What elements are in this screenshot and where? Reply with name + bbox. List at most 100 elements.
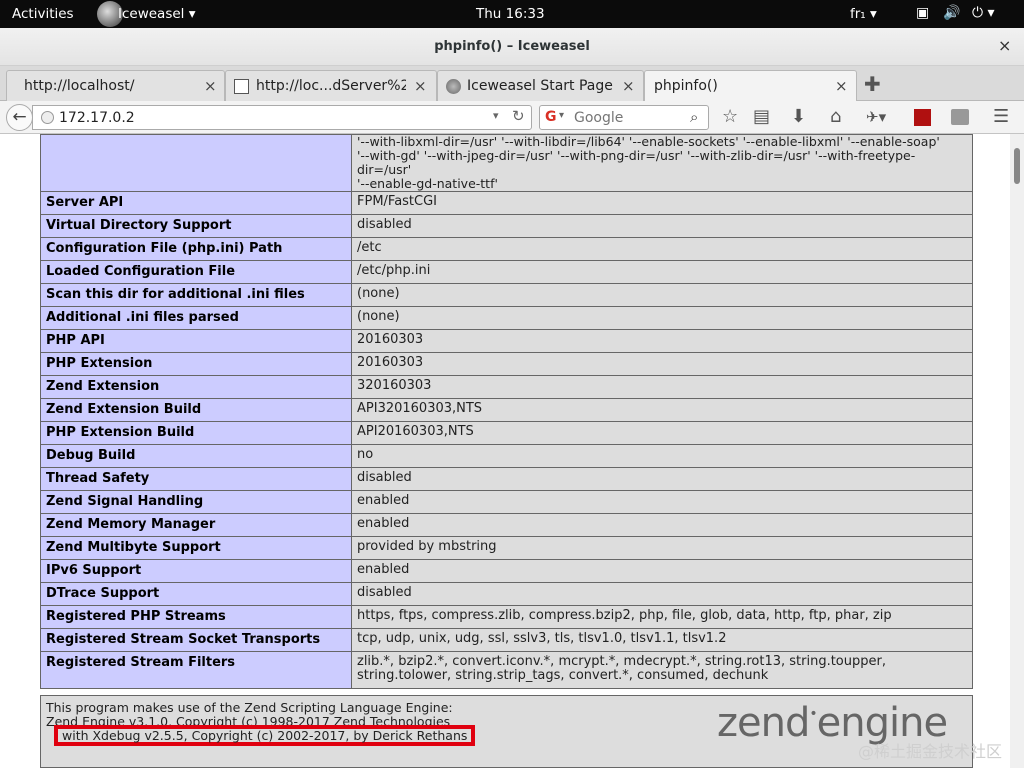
scrollbar-thumb[interactable] <box>1014 148 1020 184</box>
reload-icon[interactable]: ↻ <box>512 107 525 125</box>
tab-close-icon[interactable]: × <box>835 77 848 95</box>
config-value-cell: FPM/FastCGI <box>351 191 973 215</box>
config-key-cell: Zend Signal Handling <box>40 490 352 514</box>
navigation-toolbar: 172.17.0.2 ▾ ↻ ← G ▾ ⌕ ☆ ▤ ⬇ ⌂ ✈▾ ☰ <box>0 101 1024 134</box>
tab-label: http://loc...dServer%2F <box>256 78 406 94</box>
config-key-cell: DTrace Support <box>40 582 352 606</box>
tab-close-icon[interactable]: × <box>414 77 427 95</box>
config-key-cell: Loaded Configuration File <box>40 260 352 284</box>
config-value-cell: API320160303,NTS <box>351 398 973 422</box>
table-row: Scan this dir for additional .ini files(… <box>40 283 973 307</box>
search-icon[interactable]: ⌕ <box>690 108 698 126</box>
clock[interactable]: Thu 16:33 <box>476 6 545 22</box>
globe-icon <box>41 111 54 124</box>
phpinfo-table: '--with-libxml-dir=/usr' '--with-libdir=… <box>40 134 973 689</box>
window-icon[interactable]: ▣ <box>916 5 929 21</box>
addon-gray-icon[interactable] <box>951 109 969 125</box>
config-value-cell: /etc <box>351 237 973 261</box>
home-icon[interactable]: ⌂ <box>830 106 841 127</box>
table-row: Virtual Directory Support disabled <box>40 214 973 238</box>
tab-label: phpinfo() <box>654 78 718 94</box>
tab-phpinfo[interactable]: phpinfo() × <box>644 70 857 102</box>
config-key-cell: Zend Multibyte Support <box>40 536 352 560</box>
back-button[interactable]: ← <box>6 104 33 131</box>
bookmarks-list-icon[interactable]: ▤ <box>753 106 770 127</box>
table-row: Zend Extension Build API320160303,NTS <box>40 398 973 422</box>
input-method-menu[interactable]: fr₁ ▾ <box>850 6 877 22</box>
config-value-cell: disabled <box>351 467 973 491</box>
volume-icon[interactable]: 🔊 <box>943 5 960 21</box>
chevron-down-icon: ▾ <box>188 6 196 22</box>
config-value-cell: enabled <box>351 490 973 514</box>
input-method-label: fr₁ <box>850 6 866 22</box>
downloads-icon[interactable]: ⬇ <box>791 106 806 127</box>
config-value-cell: /etc/php.ini <box>351 260 973 284</box>
tab-close-icon[interactable]: × <box>622 77 635 95</box>
table-row: Loaded Configuration File/etc/php.ini <box>40 260 973 284</box>
table-row: Configuration File (php.ini) Path/etc <box>40 237 973 261</box>
config-value-cell: 320160303 <box>351 375 973 399</box>
table-row: Registered Stream Filters zlib.*, bzip2.*… <box>40 651 973 689</box>
config-key-cell: Virtual Directory Support <box>40 214 352 238</box>
google-icon: G <box>545 109 557 125</box>
page-content: '--with-libxml-dir=/usr' '--with-libdir=… <box>0 134 1010 768</box>
config-value-cell: (none) <box>351 306 973 330</box>
table-row: Debug Build no <box>40 444 973 468</box>
config-value-cell: API20160303,NTS <box>351 421 973 445</box>
config-key-cell: Zend Extension Build <box>40 398 352 422</box>
config-key-cell: Debug Build <box>40 444 352 468</box>
new-tab-icon[interactable]: ✚ <box>864 72 881 96</box>
power-icon[interactable]: ⏻ ▾ <box>972 5 995 21</box>
config-key-cell <box>40 134 352 192</box>
config-key-cell: Server API <box>40 191 352 215</box>
window-title: phpinfo() – Iceweasel <box>434 39 590 54</box>
bookmark-star-icon[interactable]: ☆ <box>722 106 738 127</box>
tab-label: Iceweasel Start Page <box>467 78 613 94</box>
url-bar[interactable]: 172.17.0.2 ▾ ↻ <box>32 105 532 130</box>
table-row: Zend Multibyte Support provided by mbstri… <box>40 536 973 560</box>
tab-close-icon[interactable]: × <box>204 77 217 95</box>
tab-localhost[interactable]: http://localhost/ × <box>6 70 225 101</box>
config-value-cell: provided by mbstring <box>351 536 973 560</box>
config-value-cell: https, ftps, compress.zlib, compress.bzi… <box>351 605 973 629</box>
hamburger-menu-icon[interactable]: ☰ <box>993 106 1009 127</box>
config-key-cell: Registered Stream Filters <box>40 651 352 689</box>
config-key-cell: Additional .ini files parsed <box>40 306 352 330</box>
extension-menu-icon[interactable]: ✈▾ <box>866 108 886 126</box>
config-value-cell: (none) <box>351 283 973 307</box>
search-input[interactable] <box>574 109 684 127</box>
tab-start-page[interactable]: Iceweasel Start Page × <box>437 70 644 101</box>
config-key-cell: Configuration File (php.ini) Path <box>40 237 352 261</box>
config-key-cell: Zend Memory Manager <box>40 513 352 537</box>
window-title-bar[interactable]: phpinfo() – Iceweasel × <box>0 28 1024 66</box>
table-row: Registered Stream Socket Transports tcp, … <box>40 628 973 652</box>
table-row: Zend Signal Handling enabled <box>40 490 973 514</box>
back-arrow-icon: ← <box>12 107 27 127</box>
config-key-cell: PHP API <box>40 329 352 353</box>
config-value-cell: enabled <box>351 559 973 583</box>
config-value-cell: enabled <box>351 513 973 537</box>
table-row: DTrace Support disabled <box>40 582 973 606</box>
addon-red-icon[interactable] <box>914 109 931 126</box>
table-row: PHP Extension Build API20160303,NTS <box>40 421 973 445</box>
search-bar[interactable]: G ▾ ⌕ <box>539 105 709 130</box>
table-row: PHP Extension 20160303 <box>40 352 973 376</box>
app-menu[interactable]: Iceweasel ▾ <box>118 6 196 22</box>
config-value-cell: disabled <box>351 214 973 238</box>
table-row: IPv6 Support enabled <box>40 559 973 583</box>
table-row: Zend Extension 320160303 <box>40 375 973 399</box>
url-dropdown-icon[interactable]: ▾ <box>493 109 499 122</box>
url-text: 172.17.0.2 <box>59 110 135 126</box>
configure-line: '--with-libxml-dir=/usr' '--with-libdir=… <box>357 134 940 149</box>
tab-server[interactable]: http://loc...dServer%2F × <box>225 70 437 101</box>
vertical-scrollbar[interactable] <box>1010 134 1024 768</box>
search-engine-dropdown-icon[interactable]: ▾ <box>559 110 564 121</box>
activities-button[interactable]: Activities <box>12 6 74 22</box>
watermark: @稀土掘金技术社区 <box>858 742 1003 761</box>
close-window-icon[interactable]: × <box>998 36 1011 55</box>
config-key-cell: Registered Stream Socket Transports <box>40 628 352 652</box>
xdebug-line: with Xdebug v2.5.5, Copyright (c) 2002-2… <box>62 728 468 743</box>
config-key-cell: Scan this dir for additional .ini files <box>40 283 352 307</box>
table-row: Server API FPM/FastCGI <box>40 191 973 215</box>
configure-line: '--with-gd' '--with-jpeg-dir=/usr' '--wi… <box>357 148 916 177</box>
